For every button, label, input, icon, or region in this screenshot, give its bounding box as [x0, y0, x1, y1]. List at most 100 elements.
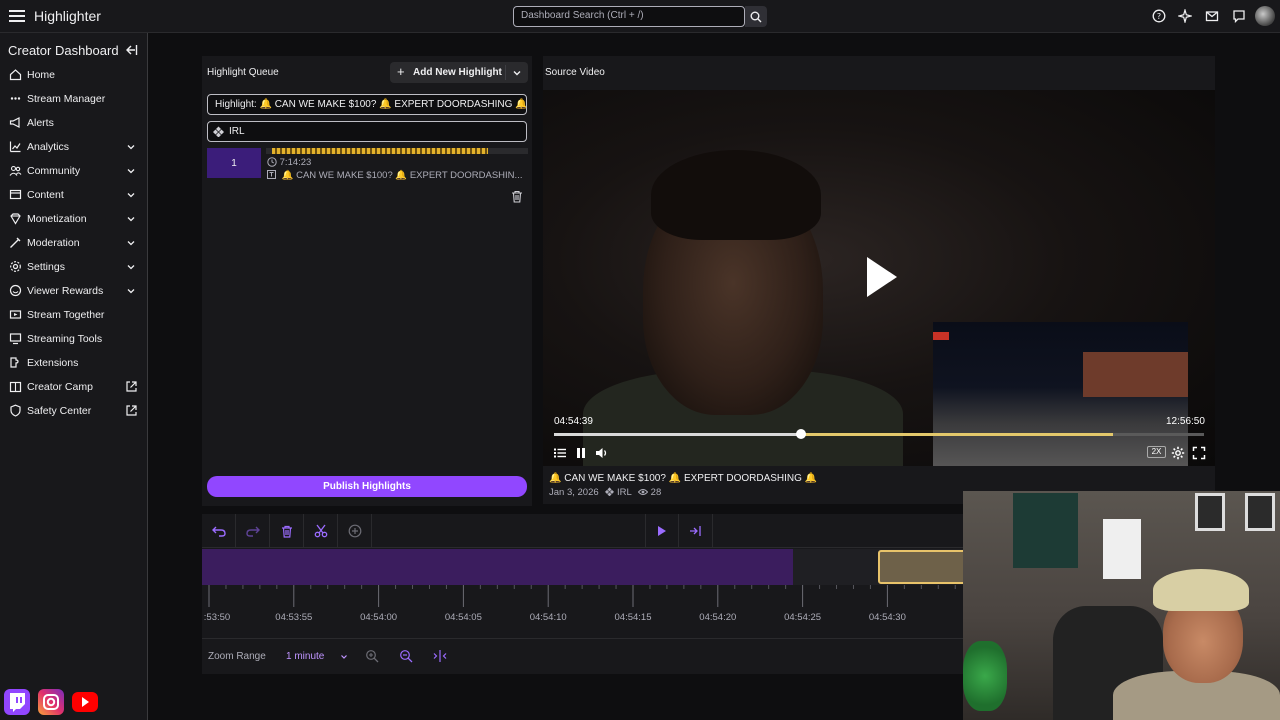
category-field[interactable]: IRL	[207, 121, 527, 142]
zoom-range-label: Zoom Range	[208, 651, 266, 662]
avatar[interactable]	[1255, 6, 1275, 26]
clip-duration-text: 7:14:23	[279, 157, 312, 168]
video-background-window	[933, 322, 1188, 466]
play-icon[interactable]	[645, 514, 679, 548]
webcam-overlay	[963, 491, 1280, 720]
sidebar-item-viewer-rewards[interactable]: Viewer Rewards	[0, 279, 147, 303]
webcam-picture-frame	[1245, 493, 1275, 531]
moderation-icon	[9, 236, 22, 249]
clip-title-text: 🔔 CAN WE MAKE $100? 🔔 EXPERT DOORDASHIN.…	[281, 170, 523, 181]
video-player[interactable]: 04:54:39 12:56:50 2X	[543, 90, 1215, 466]
youtube-icon	[72, 692, 98, 712]
sidebar-item-settings[interactable]: Settings	[0, 255, 147, 279]
add-new-highlight-button[interactable]: + Add New Highlight	[390, 62, 528, 83]
timeline-clip-region[interactable]	[202, 549, 793, 585]
clip-title-icon	[267, 170, 276, 179]
add-clip-icon[interactable]	[338, 514, 372, 548]
dashboard-search-input[interactable]: Dashboard Search (Ctrl + /)	[513, 6, 745, 27]
zoom-in-icon[interactable]	[365, 649, 379, 663]
highlight-title-field[interactable]: Highlight: 🔔 CAN WE MAKE $100? 🔔 EXPERT …	[207, 94, 527, 115]
sidebar-item-safety-center[interactable]: Safety Center	[0, 399, 147, 423]
home-icon	[9, 68, 22, 81]
sidebar-item-alerts[interactable]: Alerts	[0, 111, 147, 135]
sidebar-item-analytics[interactable]: Analytics	[0, 135, 147, 159]
stream-meta: Jan 3, 2026 IRL 28	[549, 487, 661, 498]
sidebar-item-extensions[interactable]: Extensions	[0, 351, 147, 375]
timeline-tick-label: 04:54:00	[360, 612, 398, 623]
stream-category: IRL	[616, 487, 632, 498]
seek-bar[interactable]	[554, 429, 1204, 439]
help-icon[interactable]: ?	[1152, 9, 1166, 23]
zoom-out-icon[interactable]	[399, 649, 413, 663]
fit-to-view-icon[interactable]	[433, 649, 447, 663]
sparkle-icon[interactable]	[1178, 9, 1192, 23]
stream-title: 🔔 CAN WE MAKE $100? 🔔 EXPERT DOORDASHING…	[549, 473, 818, 484]
zoom-range-select[interactable]: 1 minute	[280, 648, 352, 666]
sidebar-item-streaming-tools[interactable]: Streaming Tools	[0, 327, 147, 351]
clip-title: 🔔 CAN WE MAKE $100? 🔔 EXPERT DOORDASHIN.…	[267, 170, 522, 181]
chapters-list-icon[interactable]	[553, 446, 567, 460]
sidebar-item-label: Stream Together	[27, 309, 105, 321]
inbox-icon[interactable]	[1205, 9, 1219, 23]
undo-icon[interactable]	[202, 514, 236, 548]
source-video-panel: Source Video 04:54:39 12:56:50 2X 🔔 CAN …	[543, 56, 1215, 504]
webcam-sign	[1103, 519, 1141, 579]
publish-highlights-button[interactable]: Publish Highlights	[207, 476, 527, 497]
creator-camp-icon	[9, 380, 22, 393]
pause-icon[interactable]	[574, 446, 588, 460]
collapse-sidebar-icon[interactable]	[124, 43, 138, 57]
instagram-icon	[38, 689, 64, 715]
gear-icon[interactable]	[1171, 446, 1185, 460]
sidebar-item-community[interactable]: Community	[0, 159, 147, 183]
timeline-tick-label: 04:54:25	[784, 612, 822, 623]
volume-icon[interactable]	[595, 446, 609, 460]
clock-icon	[267, 157, 277, 167]
sidebar-item-monetization[interactable]: Monetization	[0, 207, 147, 231]
sidebar-item-stream-manager[interactable]: Stream Manager	[0, 87, 147, 111]
trash-icon[interactable]	[270, 514, 304, 548]
content-icon	[9, 188, 22, 201]
timeline-tick-label: 04:54:10	[529, 612, 567, 623]
monetization-icon	[9, 212, 22, 225]
sidebar-item-label: Safety Center	[27, 405, 92, 417]
sidebar-item-label: Analytics	[27, 141, 70, 153]
clip-duration: 7:14:23	[267, 157, 311, 168]
highlight-queue-title: Highlight Queue	[207, 67, 279, 78]
chevron-down-icon	[126, 190, 136, 200]
total-time: 12:56:50	[1166, 416, 1205, 427]
sidebar-title: Creator Dashboard	[8, 43, 119, 58]
streaming-tools-icon	[9, 332, 22, 345]
chevron-down-icon	[126, 166, 136, 176]
rewards-icon	[9, 284, 22, 297]
sidebar-item-home[interactable]: Home	[0, 63, 147, 87]
clip-thumbnail-strip	[266, 148, 528, 154]
play-icon[interactable]	[863, 255, 899, 299]
sidebar-item-creator-camp[interactable]: Creator Camp	[0, 375, 147, 399]
queue-item-number[interactable]: 1	[207, 148, 261, 178]
scissors-icon[interactable]	[304, 514, 338, 548]
sidebar-item-label: Settings	[27, 261, 65, 273]
analytics-icon	[9, 140, 22, 153]
redo-icon[interactable]	[236, 514, 270, 548]
jump-to-end-icon[interactable]	[679, 514, 713, 548]
webcam-person-cap	[1153, 569, 1249, 611]
hamburger-menu-icon[interactable]	[6, 5, 28, 27]
sidebar-item-moderation[interactable]: Moderation	[0, 231, 147, 255]
chevron-down-icon[interactable]	[512, 68, 522, 78]
sidebar-item-stream-together[interactable]: Stream Together	[0, 303, 147, 327]
stream-views: 28	[650, 487, 662, 498]
fullscreen-icon[interactable]	[1192, 446, 1206, 460]
seek-handle[interactable]	[796, 429, 806, 439]
search-icon[interactable]	[745, 6, 767, 27]
whispers-icon[interactable]	[1232, 9, 1246, 23]
timeline-selected-clip[interactable]	[878, 550, 968, 584]
playback-speed-badge[interactable]: 2X	[1147, 446, 1166, 458]
webcam-picture-frame	[1195, 493, 1225, 531]
sidebar-item-label: Monetization	[27, 213, 87, 225]
sidebar-item-label: Content	[27, 189, 64, 201]
delete-clip-icon[interactable]	[511, 190, 523, 203]
sidebar-item-content[interactable]: Content	[0, 183, 147, 207]
gear-icon	[9, 260, 22, 273]
sidebar: Creator Dashboard Home Stream Manager Aler…	[0, 33, 147, 720]
chevron-down-icon	[340, 653, 348, 661]
